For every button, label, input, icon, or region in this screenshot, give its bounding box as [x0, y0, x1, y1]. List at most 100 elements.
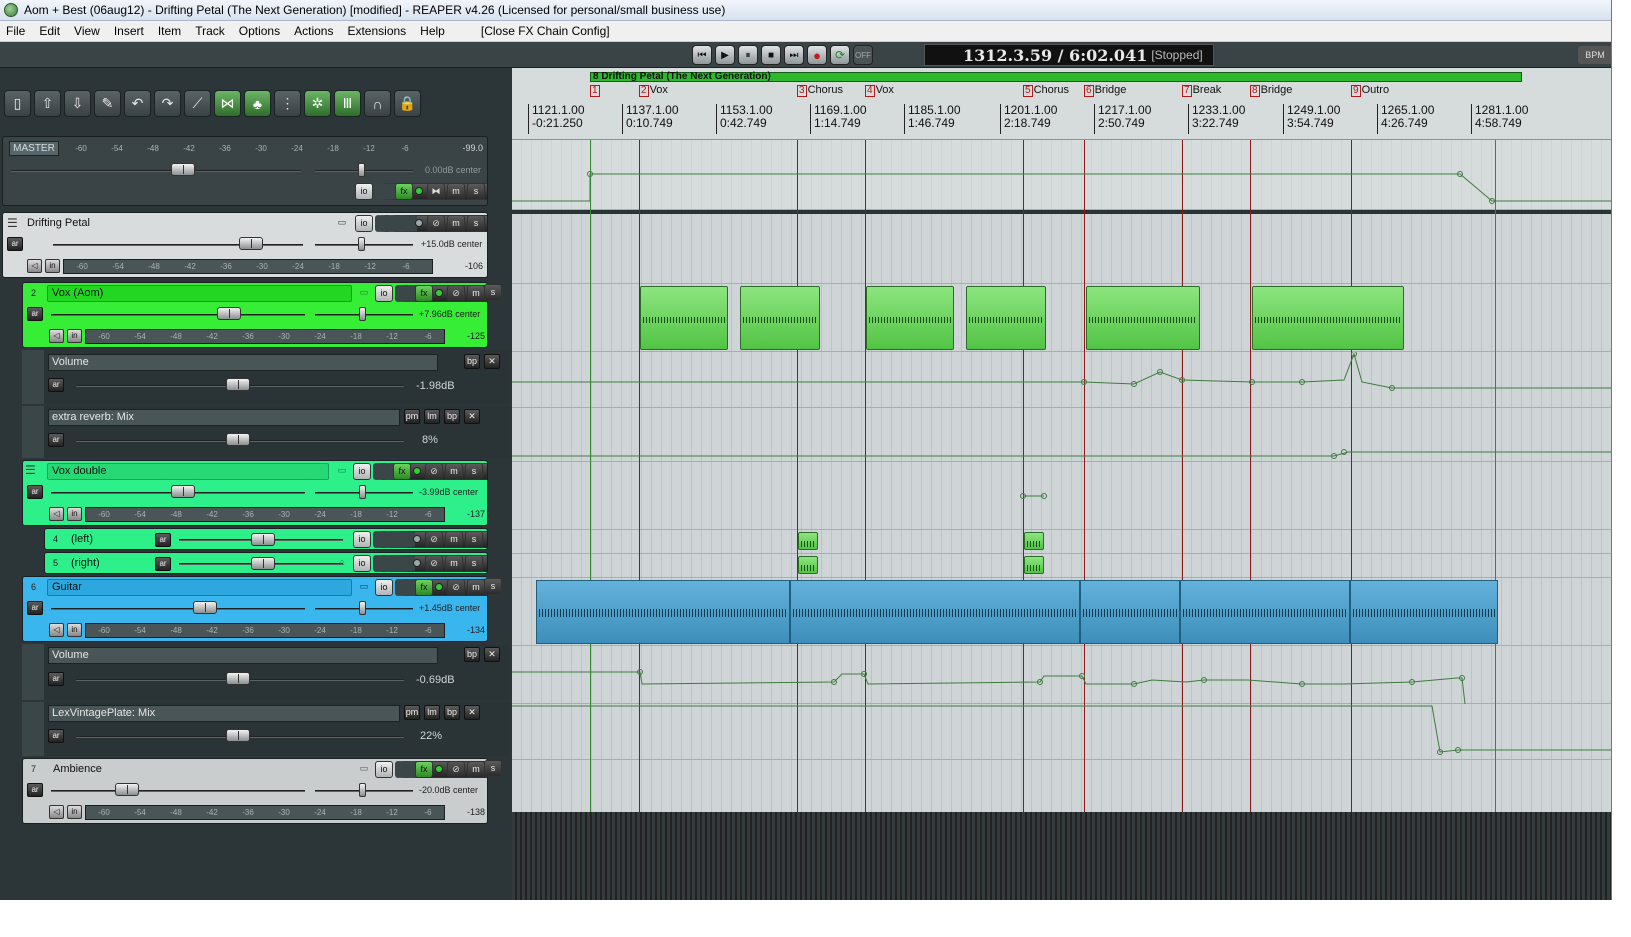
master-volume-knob[interactable]	[171, 163, 195, 176]
repeat-button[interactable]: ⟳	[830, 45, 850, 65]
grid-icon[interactable]: ⋮	[274, 90, 301, 117]
audio-item-left[interactable]	[1024, 532, 1044, 550]
solo-button[interactable]: s	[465, 531, 483, 548]
automation-mode-button[interactable]: ar	[27, 307, 43, 321]
open-project-icon[interactable]: ⇧	[34, 90, 61, 117]
lane-drifting-petal[interactable]	[512, 214, 1611, 284]
audio-item-left[interactable]	[798, 532, 818, 550]
automation-mode-button[interactable]: ar	[27, 485, 43, 499]
region-bar[interactable]: 8 Drifting Petal (The Next Generation)	[590, 72, 1522, 82]
track-monitor-icon[interactable]: ▭	[333, 463, 351, 480]
envelope-guitar-volume[interactable]: Volume bp ✕ ar -0.69dB	[22, 644, 510, 700]
master-track[interactable]: MASTER -60 -54 -48 -42 -36 -30 -24 -18 -12 -6 -99…	[2, 136, 488, 206]
marker-7[interactable]: 7 Break	[1182, 84, 1221, 97]
marker-8[interactable]: 8 Bridge	[1250, 84, 1292, 97]
marker-1[interactable]: 1	[590, 84, 601, 97]
track-name[interactable]: Guitar	[47, 579, 352, 596]
pan-knob[interactable]	[359, 485, 366, 499]
envelope-hide-button[interactable]: ✕	[464, 409, 480, 424]
guitar-volume-envelope[interactable]	[512, 646, 1612, 704]
vox-volume-envelope[interactable]	[512, 352, 1612, 408]
envelope-hide-button[interactable]: ✕	[464, 705, 480, 720]
go-to-start-button[interactable]: ⏮	[692, 45, 712, 65]
record-arm-button[interactable]: ◁	[49, 623, 64, 637]
input-monitor-button[interactable]: in	[45, 259, 60, 273]
metronome-icon[interactable]: Ⅲ	[334, 90, 361, 117]
undo-icon[interactable]: ↶	[124, 90, 151, 117]
record-arm-button[interactable]: ◁	[49, 329, 64, 343]
folder-icon[interactable]: ☰	[7, 216, 21, 230]
item-grouping-icon[interactable]: ∩	[364, 90, 391, 117]
io-button[interactable]: io	[375, 285, 393, 302]
fx-bypass-led[interactable]	[413, 559, 421, 567]
phase-button[interactable]: ⊘	[425, 463, 443, 480]
track-guitar[interactable]: 6 Guitar ▭ io env fx ⊘ m ar +1.45dB cent…	[22, 576, 488, 642]
input-monitor-button[interactable]: in	[67, 623, 82, 637]
menu-actions[interactable]: Actions	[294, 24, 333, 38]
master-mute-button[interactable]: m	[447, 183, 465, 200]
fx-button[interactable]: fx	[415, 579, 433, 596]
automation-mode-button[interactable]: ar	[155, 557, 171, 571]
envelope-pm-button[interactable]: pm	[404, 409, 420, 424]
volume-knob[interactable]	[193, 601, 217, 614]
fx-enabled-led[interactable]	[413, 467, 421, 475]
io-button[interactable]: io	[355, 215, 373, 232]
menu-edit[interactable]: Edit	[39, 24, 60, 38]
pan-knob[interactable]	[359, 601, 366, 615]
envelope-vox-reverb-mix[interactable]: extra reverb: Mix pm lm bp ✕ ar 8%	[22, 406, 510, 458]
audio-item-vox[interactable]	[866, 286, 954, 350]
track-vox-aom[interactable]: 2 Vox (Aom) ▭ io env fx ⊘ m ar +7.96dB c…	[22, 282, 488, 348]
master-mono-button[interactable]: ⧓	[427, 183, 445, 200]
track-lanes[interactable]	[512, 140, 1612, 900]
master-pan-knob[interactable]	[358, 163, 365, 177]
volume-knob[interactable]	[217, 307, 241, 320]
track-monitor-icon[interactable]: ▭	[333, 215, 351, 232]
io-button[interactable]: io	[353, 531, 371, 548]
envelope-bypass-button[interactable]: bp	[444, 409, 460, 424]
track-monitor-icon[interactable]: ▭	[355, 579, 373, 596]
track-name[interactable]: Vox (Aom)	[47, 285, 352, 302]
track-name[interactable]: (left)	[71, 533, 93, 545]
automation-mode-button[interactable]: ar	[27, 783, 43, 797]
volume-knob[interactable]	[251, 557, 275, 570]
input-monitor-button[interactable]: in	[67, 507, 82, 521]
phase-button[interactable]: ⊘	[447, 761, 465, 778]
redo-icon[interactable]: ↷	[154, 90, 181, 117]
envelope-automation-button[interactable]: ar	[48, 672, 64, 686]
audio-item-vox[interactable]	[1252, 286, 1404, 350]
mute-button[interactable]: m	[467, 761, 485, 778]
audio-item-vox[interactable]	[966, 286, 1046, 350]
fx-button[interactable]: fx	[393, 463, 411, 480]
volume-knob[interactable]	[239, 237, 263, 250]
master-volume-fader[interactable]	[11, 170, 301, 172]
envelope-vox-volume[interactable]: Volume bp ✕ ar -1.98dB	[22, 350, 510, 404]
menu-track[interactable]: Track	[195, 24, 225, 38]
input-monitor-button[interactable]: in	[67, 805, 82, 819]
guitar-plate-envelope[interactable]	[512, 704, 1612, 760]
audio-item-guitar[interactable]	[1180, 580, 1350, 644]
master-fx-enabled-led[interactable]	[415, 187, 423, 195]
input-monitor-button[interactable]: in	[67, 329, 82, 343]
save-project-icon[interactable]: ⇩	[64, 90, 91, 117]
bpm-display[interactable]: BPM	[1578, 46, 1611, 64]
envelope-bypass-button[interactable]: bp	[464, 647, 480, 662]
track-monitor-icon[interactable]: ▭	[355, 285, 373, 302]
lock-icon[interactable]: 🔒	[394, 90, 421, 117]
track-name[interactable]: Ambience	[53, 763, 102, 775]
close-fx-chain-config[interactable]: [Close FX Chain Config]	[481, 24, 610, 38]
timeline-ruler[interactable]: 8 Drifting Petal (The Next Generation) 1…	[512, 68, 1611, 140]
lane-left[interactable]	[512, 530, 1611, 554]
io-button[interactable]: io	[353, 463, 371, 480]
menu-file[interactable]: File	[6, 24, 25, 38]
envelope-knob[interactable]	[226, 672, 250, 685]
fx-enabled-led[interactable]	[435, 765, 443, 773]
volume-fader[interactable]	[51, 314, 305, 316]
marker-6[interactable]: 6 Bridge	[1084, 84, 1126, 97]
fx-enabled-led[interactable]	[435, 289, 443, 297]
mute-button[interactable]: m	[445, 531, 463, 548]
auto-crossfade-icon[interactable]: ⋈	[214, 90, 241, 117]
track-name[interactable]: Vox double	[47, 463, 329, 480]
envelope-lm-button[interactable]: lm	[424, 705, 440, 720]
envelope-guitar-plate-mix[interactable]: LexVintagePlate: Mix pm lm bp ✕ ar 22%	[22, 702, 510, 756]
new-project-icon[interactable]: ▯	[4, 90, 31, 117]
